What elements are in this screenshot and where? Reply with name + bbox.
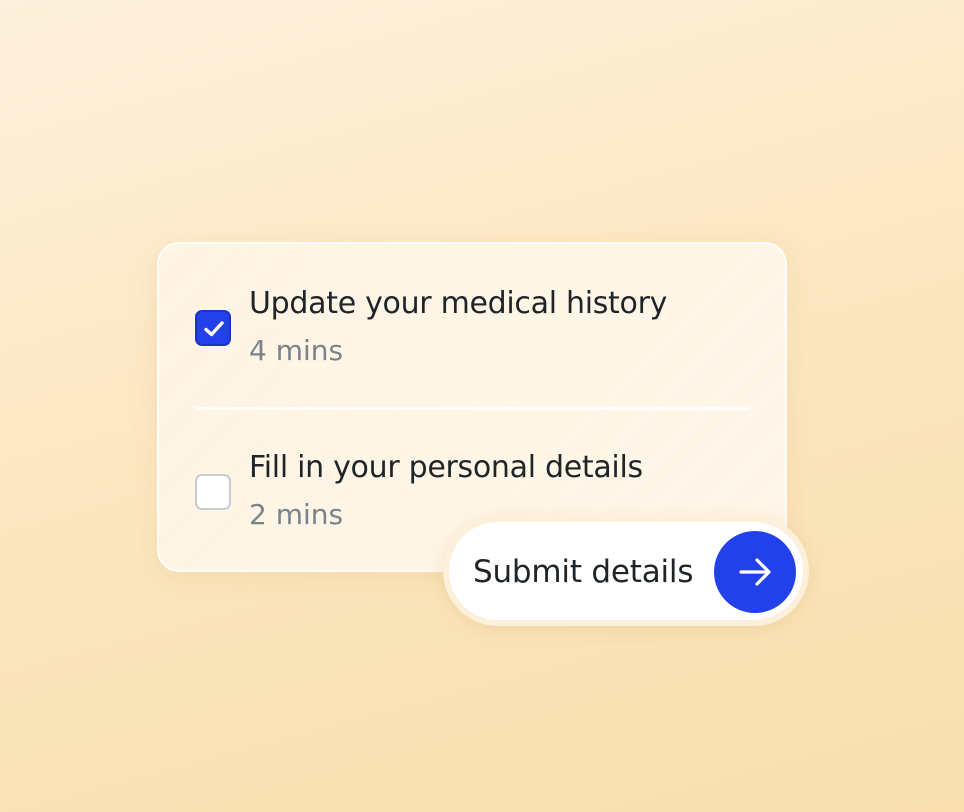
task-title: Update your medical history <box>249 286 668 321</box>
arrow-right-icon <box>739 558 771 586</box>
task-item-medical-history[interactable]: Update your medical history 4 mins <box>195 284 749 394</box>
submit-details-button[interactable]: Submit details <box>443 516 809 626</box>
submit-arrow-button[interactable] <box>714 531 796 613</box>
checkmark-icon <box>204 321 224 337</box>
task-duration: 2 mins <box>249 498 344 531</box>
task-checkbox-unchecked[interactable] <box>195 474 231 510</box>
task-checkbox-checked[interactable] <box>195 310 231 346</box>
task-duration: 4 mins <box>249 334 344 367</box>
task-divider <box>195 407 749 410</box>
submit-button-label: Submit details <box>473 554 694 590</box>
task-title: Fill in your personal details <box>249 450 643 485</box>
